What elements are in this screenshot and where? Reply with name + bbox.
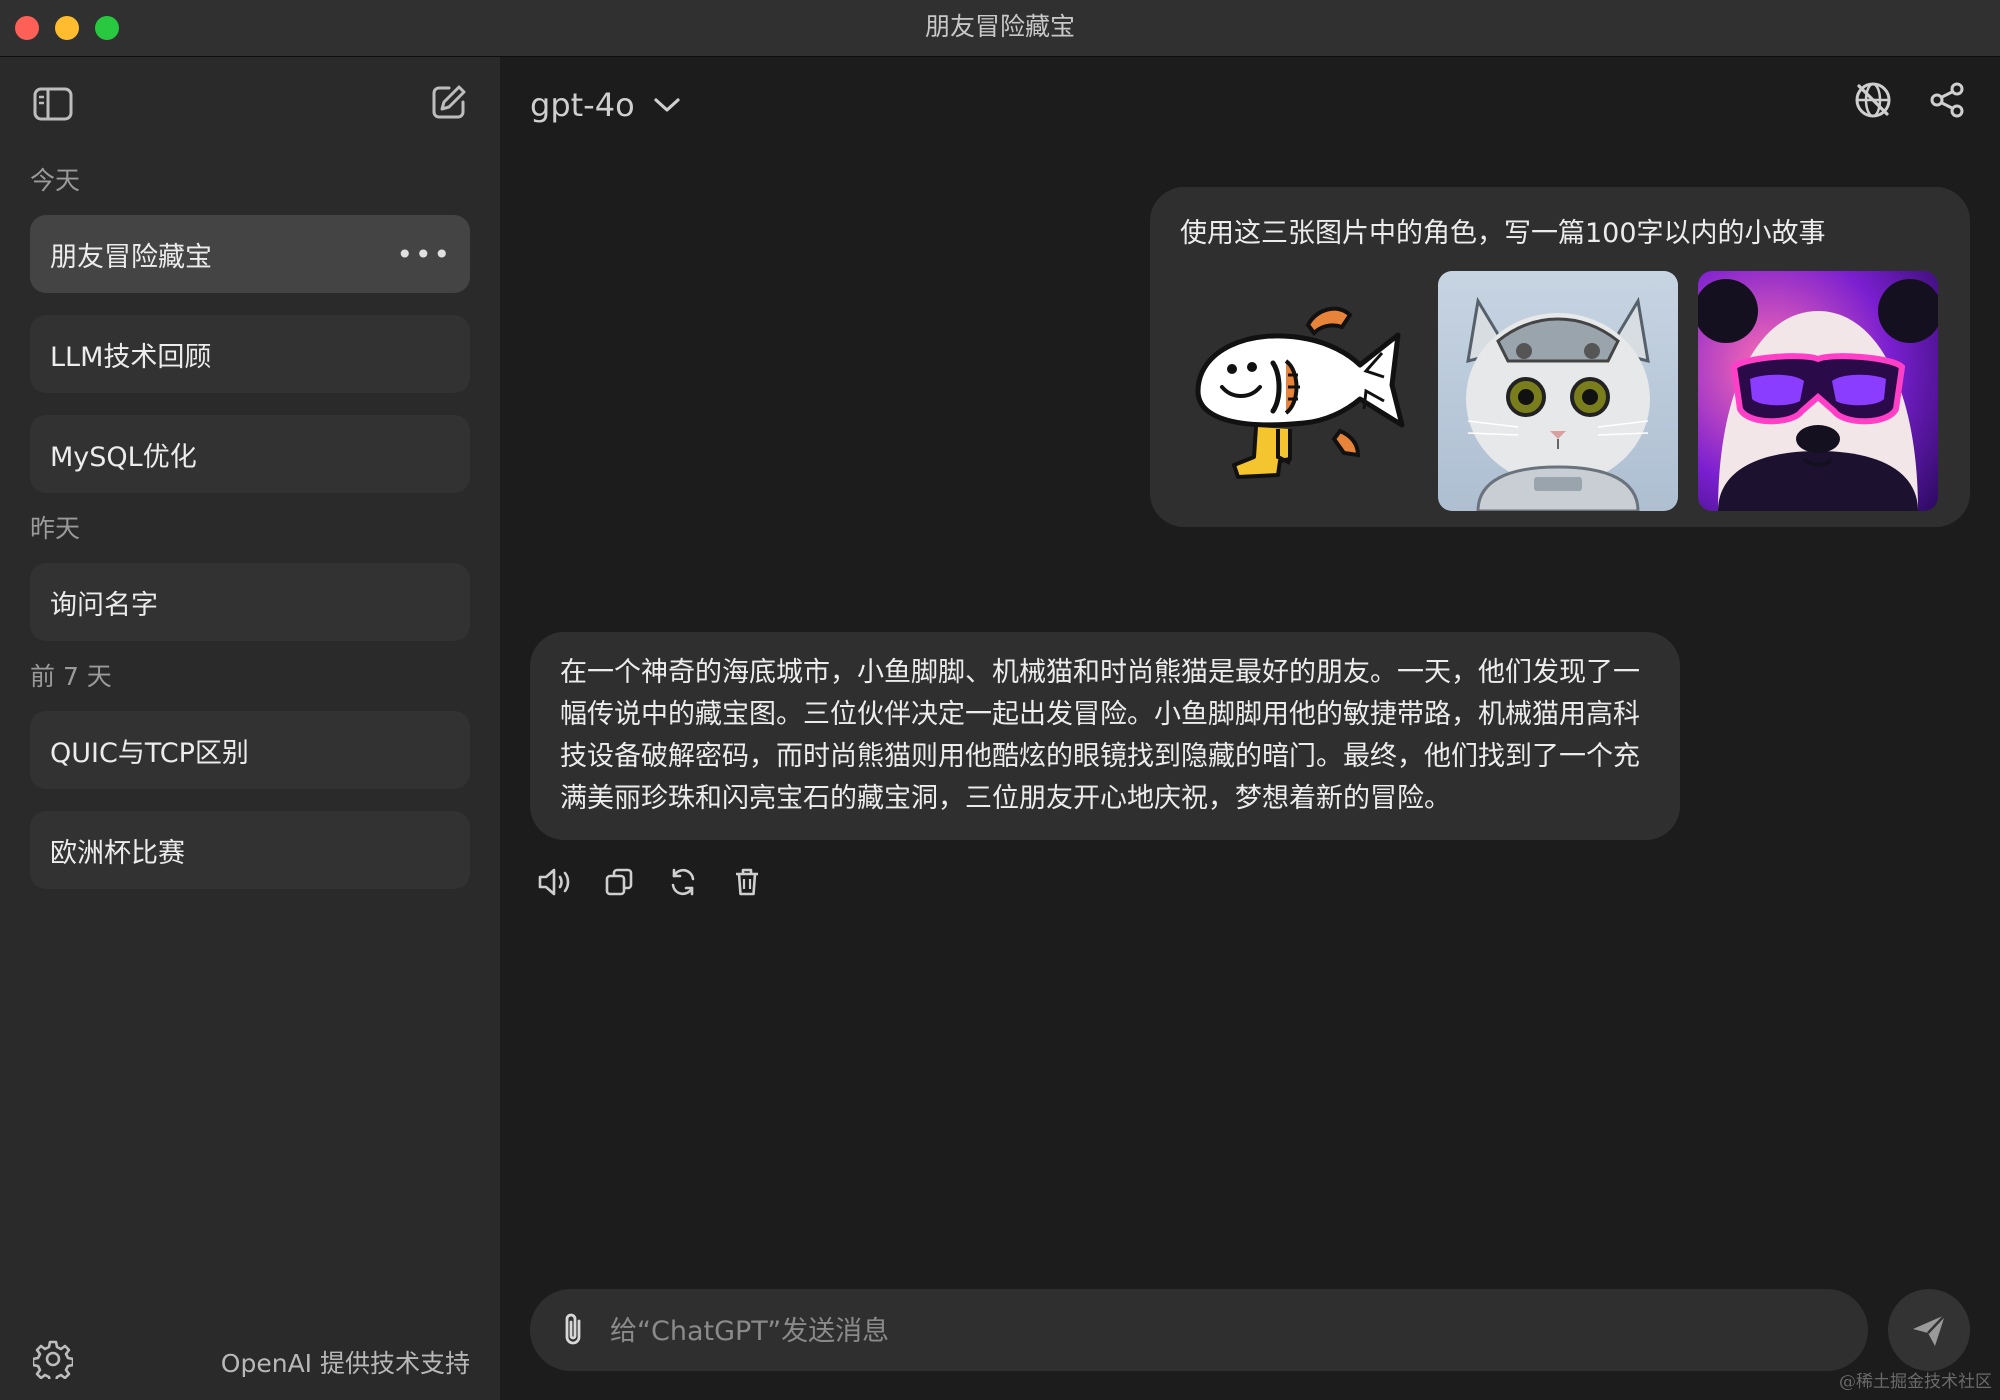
section-last-7-days: 前 7 天 [30,662,112,691]
message-input[interactable] [608,1289,1832,1373]
app-window: 朋友冒险藏宝 今天 朋友冒险藏宝 ••• LLM技术回顾 MySQL优化 昨天 … [0,0,2000,1400]
settings-gear-icon[interactable] [28,1334,78,1384]
message-composer [530,1289,1868,1373]
chat-item-label: 朋友冒险藏宝 [50,241,212,273]
copy-icon[interactable] [594,857,644,907]
new-chat-icon[interactable] [424,77,474,127]
send-button[interactable] [1888,1289,1970,1371]
chat-item-label: QUIC与TCP区别 [50,737,249,769]
mech-cat-image[interactable] [1438,271,1678,511]
chat-item-label: 询问名字 [50,589,158,621]
chat-item-label: LLM技术回顾 [50,341,212,373]
chat-item-euro-cup[interactable]: 欧洲杯比赛 [30,811,470,889]
web-access-disabled-icon[interactable] [1848,75,1898,125]
chat-item-label: 欧洲杯比赛 [50,837,185,869]
window-title: 朋友冒险藏宝 [924,12,1075,41]
assistant-message-text: 在一个神奇的海底城市，小鱼脚脚、机械猫和时尚熊猫是最好的朋友。一天，他们发现了一… [560,657,1640,814]
user-message-text: 使用这三张图片中的角色，写一篇100字以内的小故事 [1180,218,1826,249]
chat-item-ask-name[interactable]: 询问名字 [30,563,470,641]
model-selector[interactable]: gpt-4o [530,75,681,135]
title-bar: 朋友冒险藏宝 [0,0,2000,57]
speaker-icon[interactable] [530,857,580,907]
chat-item-llm-review[interactable]: LLM技术回顾 [30,315,470,393]
section-today: 今天 [30,166,81,195]
model-name: gpt-4o [530,86,635,124]
chat-item-quic-tcp[interactable]: QUIC与TCP区别 [30,711,470,789]
send-icon [1913,1314,1946,1346]
sidebar: 今天 朋友冒险藏宝 ••• LLM技术回顾 MySQL优化 昨天 询问名字 前 … [0,57,500,1400]
regenerate-icon[interactable] [658,857,708,907]
powered-by-text: OpenAI 提供技术支持 [220,1349,470,1378]
chat-item-label: MySQL优化 [50,441,197,473]
panda-sunglasses-image[interactable] [1698,271,1938,511]
chevron-down-icon [654,98,680,112]
section-yesterday: 昨天 [30,514,81,543]
user-message-bubble: 使用这三张图片中的角色，写一篇100字以内的小故事 [1150,187,1970,527]
share-icon[interactable] [1922,75,1972,125]
assistant-message-bubble: 在一个神奇的海底城市，小鱼脚脚、机械猫和时尚熊猫是最好的朋友。一天，他们发现了一… [530,632,1680,840]
trash-icon[interactable] [722,857,772,907]
fish-sticker-image[interactable] [1178,271,1418,511]
watermark-text: @稀土掘金技术社区 [1839,1372,1992,1392]
more-options-icon[interactable]: ••• [396,215,452,293]
chat-item-friends-treasure[interactable]: 朋友冒险藏宝 ••• [30,215,470,293]
main-panel: gpt-4o 使用这三张图片中的角色，写一篇100字以内的小故事 在一个神奇的海… [500,57,2000,1400]
attach-paperclip-icon[interactable] [548,1305,598,1355]
chat-item-mysql[interactable]: MySQL优化 [30,415,470,493]
toggle-sidebar-icon[interactable] [28,79,78,129]
